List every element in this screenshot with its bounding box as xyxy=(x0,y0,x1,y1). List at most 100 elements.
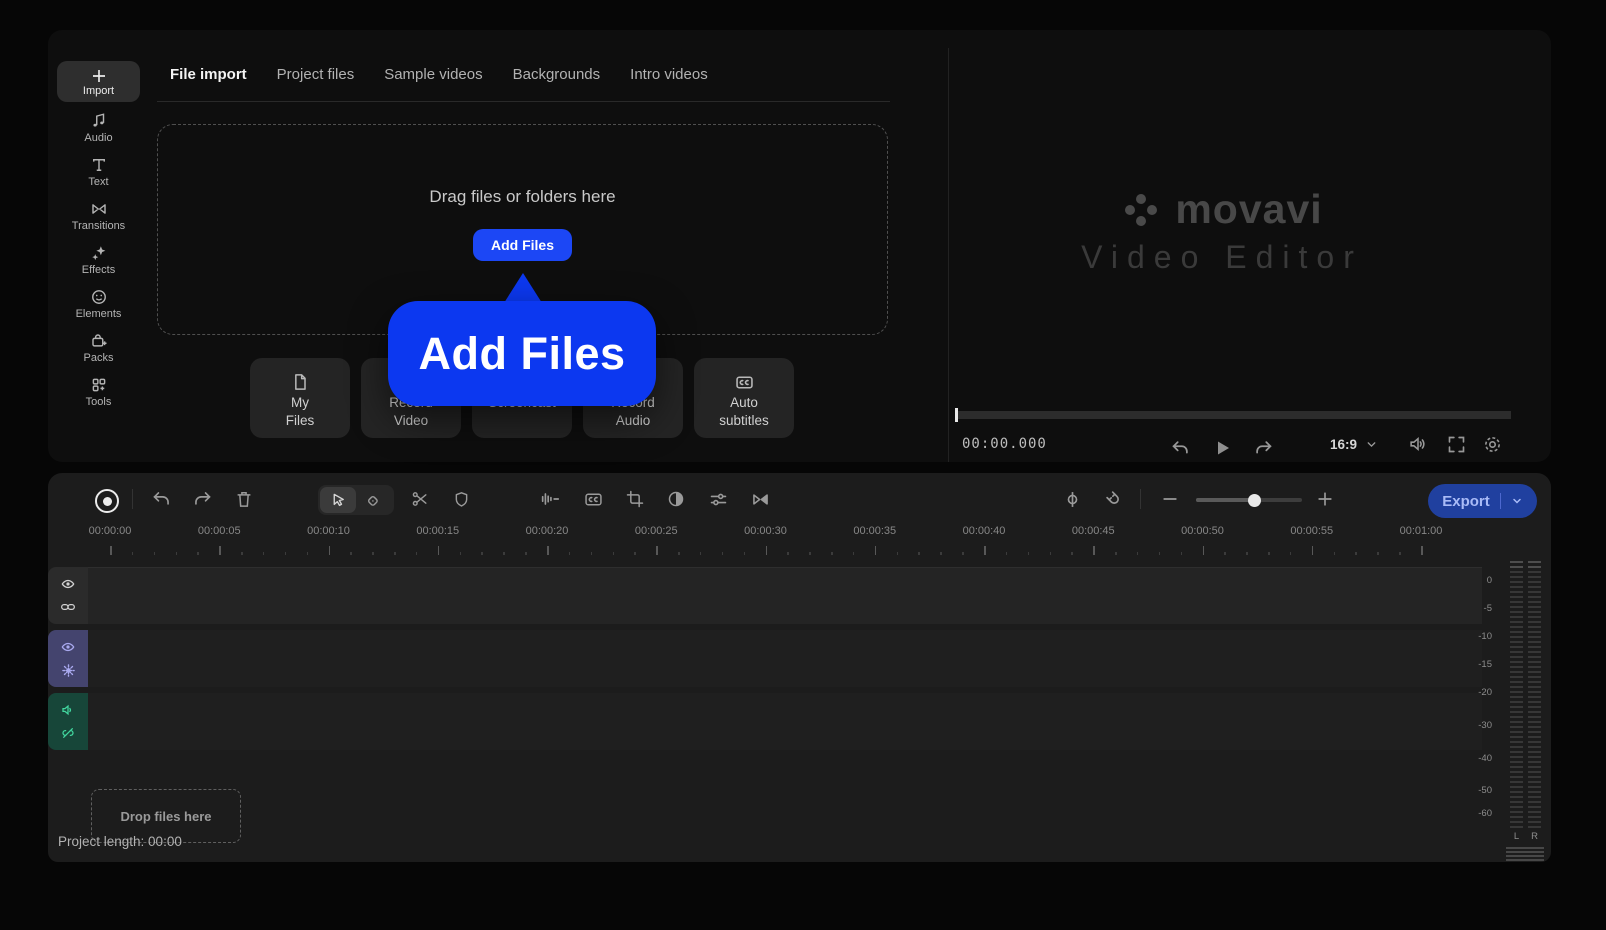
meter-segment xyxy=(1510,756,1523,758)
meter-segment xyxy=(1510,771,1523,773)
meter-segment xyxy=(1510,601,1523,603)
shortcut-my-files[interactable]: My Files xyxy=(250,358,350,438)
meter-segment xyxy=(1528,576,1541,578)
meter-segment xyxy=(1510,586,1523,588)
meter-scale-label: -15 xyxy=(1478,659,1492,670)
meter-grill-line xyxy=(1506,851,1544,853)
meter-segment xyxy=(1528,756,1541,758)
add-files-button[interactable]: Add Files xyxy=(472,229,572,261)
meter-segment xyxy=(1528,596,1541,598)
plus-icon xyxy=(90,67,108,85)
meter-segment xyxy=(1510,576,1523,578)
meter-segment xyxy=(1510,571,1523,573)
meter-segment xyxy=(1528,751,1541,753)
skip-forward-icon[interactable] xyxy=(1252,437,1276,461)
meter-segment xyxy=(1528,821,1541,823)
meter-segment xyxy=(1510,646,1523,648)
meter-segment xyxy=(1510,776,1523,778)
meter-segment xyxy=(1510,791,1523,793)
meter-scale-label: -20 xyxy=(1478,687,1492,698)
tab-file-import[interactable]: File import xyxy=(170,66,247,83)
meter-segment xyxy=(1528,776,1541,778)
sidebar-item-packs[interactable]: Packs xyxy=(57,326,140,370)
panel-divider xyxy=(948,48,949,462)
meter-segment xyxy=(1510,681,1523,683)
meter-segment xyxy=(1528,791,1541,793)
meter-segment xyxy=(1528,661,1541,663)
sidebar-item-elements[interactable]: Elements xyxy=(57,282,140,326)
meter-segment xyxy=(1510,561,1523,563)
meter-segment xyxy=(1510,706,1523,708)
audio-meter: 0 -5 -10 -15 -20 -30 -40 -50 -60 L R xyxy=(48,473,1551,862)
meter-channel-label: R xyxy=(1531,831,1538,842)
meter-segment xyxy=(1528,666,1541,668)
meter-segment xyxy=(1510,811,1523,813)
meter-segment xyxy=(1510,666,1523,668)
logo-title: movavi xyxy=(1175,186,1323,232)
sidebar-item-label: Effects xyxy=(81,264,116,276)
speaker-icon[interactable] xyxy=(1406,432,1430,456)
meter-segment xyxy=(1528,606,1541,608)
chevron-down-icon xyxy=(1365,438,1378,451)
sidebar-item-label: Elements xyxy=(75,308,122,320)
meter-segment xyxy=(1510,816,1523,818)
sidebar-item-label: Audio xyxy=(84,132,113,144)
preview-playhead[interactable] xyxy=(955,408,958,422)
meter-scale-label: -10 xyxy=(1478,631,1492,642)
meter-segment xyxy=(1510,711,1523,713)
meter-segment xyxy=(1528,726,1541,728)
meter-segment xyxy=(1528,781,1541,783)
meter-segment xyxy=(1528,731,1541,733)
tab-sample-videos[interactable]: Sample videos xyxy=(384,66,482,83)
meter-segment xyxy=(1510,716,1523,718)
tab-backgrounds[interactable]: Backgrounds xyxy=(513,66,601,83)
elements-icon xyxy=(90,288,108,306)
meter-segment xyxy=(1510,701,1523,703)
sidebar-item-label: Import xyxy=(82,84,115,97)
meter-segment xyxy=(1528,591,1541,593)
meter-segment xyxy=(1510,636,1523,638)
sidebar: Audio Text Transitions Effects Elements xyxy=(57,106,140,414)
gear-icon[interactable] xyxy=(1480,432,1504,456)
logo-subtitle: Video Editor xyxy=(1081,239,1363,275)
music-note-icon xyxy=(90,112,108,130)
sidebar-item-label: Tools xyxy=(85,396,112,408)
sidebar-item-label: Text xyxy=(88,176,109,188)
skip-back-icon[interactable] xyxy=(1168,437,1192,461)
shortcut-auto-subtitles[interactable]: Auto subtitles xyxy=(694,358,794,438)
sidebar-item-transitions[interactable]: Transitions xyxy=(57,194,140,238)
sidebar-item-label: Packs xyxy=(83,352,114,364)
meter-segment xyxy=(1510,661,1523,663)
meter-segment xyxy=(1528,716,1541,718)
meter-segment xyxy=(1528,741,1541,743)
preview-seekbar[interactable] xyxy=(955,411,1511,419)
meter-segment xyxy=(1510,631,1523,633)
shortcut-label: Files xyxy=(285,412,315,428)
meter-segment xyxy=(1528,826,1541,828)
aspect-ratio-select[interactable]: 16:9 xyxy=(1330,437,1378,452)
movavi-logo-icon xyxy=(1121,190,1161,230)
sidebar-item-import[interactable]: Import xyxy=(57,61,140,102)
sidebar-item-text[interactable]: Text xyxy=(57,150,140,194)
meter-segment xyxy=(1528,616,1541,618)
meter-segment xyxy=(1528,561,1541,563)
meter-segment xyxy=(1510,761,1523,763)
meter-scale-label: 0 xyxy=(1486,575,1492,586)
tab-intro-videos[interactable]: Intro videos xyxy=(630,66,708,83)
meter-segment xyxy=(1510,626,1523,628)
meter-segment xyxy=(1510,796,1523,798)
sidebar-item-effects[interactable]: Effects xyxy=(57,238,140,282)
meter-segment xyxy=(1528,681,1541,683)
meter-segment xyxy=(1528,721,1541,723)
meter-segment xyxy=(1528,676,1541,678)
fullscreen-icon[interactable] xyxy=(1444,432,1468,456)
meter-scale-label: -60 xyxy=(1478,808,1492,819)
movavi-logo: movavi Video Editor xyxy=(1020,186,1424,276)
sidebar-item-audio[interactable]: Audio xyxy=(57,106,140,150)
meter-segment xyxy=(1510,656,1523,658)
tab-project-files[interactable]: Project files xyxy=(277,66,355,83)
sidebar-item-tools[interactable]: Tools xyxy=(57,370,140,414)
meter-scale-label: -40 xyxy=(1478,753,1492,764)
meter-segment xyxy=(1510,691,1523,693)
play-icon[interactable] xyxy=(1210,436,1234,460)
